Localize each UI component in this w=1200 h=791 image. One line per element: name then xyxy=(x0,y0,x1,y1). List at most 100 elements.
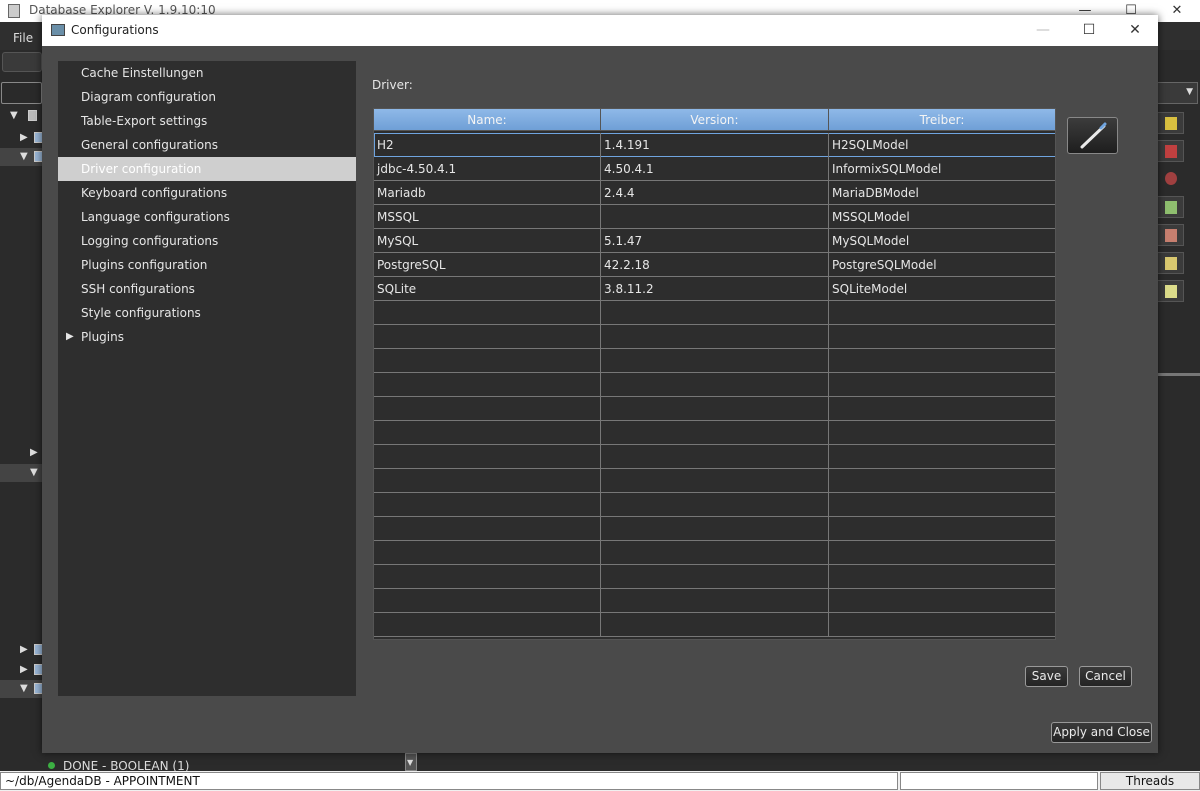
apply-and-close-button[interactable]: Apply and Close xyxy=(1051,722,1152,743)
main-close-button[interactable]: ✕ xyxy=(1154,0,1200,22)
tool-button-table[interactable] xyxy=(1158,196,1184,218)
nav-item-plugins-config[interactable]: Plugins configuration xyxy=(58,253,356,277)
cell-driver: MariaDBModel xyxy=(829,181,1055,205)
empty-table-row[interactable] xyxy=(374,541,1055,565)
stop-icon xyxy=(1165,172,1177,185)
empty-cell xyxy=(601,325,829,349)
tree-expand-icon[interactable]: ▶ xyxy=(20,132,28,143)
cell-version: 3.8.11.2 xyxy=(601,277,829,301)
empty-cell xyxy=(829,541,1055,565)
empty-table-row[interactable] xyxy=(374,517,1055,541)
empty-table-row[interactable] xyxy=(374,445,1055,469)
dialog-minimize-button[interactable]: — xyxy=(1020,15,1066,46)
tool-button-table-edit[interactable] xyxy=(1158,252,1184,274)
empty-table-row[interactable] xyxy=(374,589,1055,613)
expand-arrow-icon[interactable]: ▶ xyxy=(66,325,74,349)
dialog-close-button[interactable]: ✕ xyxy=(1112,15,1158,46)
empty-cell xyxy=(829,517,1055,541)
nav-item-language[interactable]: Language configurations xyxy=(58,205,356,229)
nav-item-ssh[interactable]: SSH configurations xyxy=(58,277,356,301)
nav-item-plugins[interactable]: ▶ Plugins xyxy=(58,325,356,349)
empty-table-row[interactable] xyxy=(374,325,1055,349)
tree-expand-icon[interactable]: ▶ xyxy=(20,644,28,655)
empty-cell xyxy=(829,469,1055,493)
tree-expand-icon[interactable]: ▶ xyxy=(30,447,38,458)
scrollbar[interactable]: ▼ xyxy=(405,753,417,771)
empty-table-row[interactable] xyxy=(374,613,1055,637)
status-bar: ~/db/AgendaDB - APPOINTMENT Threads xyxy=(0,771,1200,791)
save-button[interactable]: Save xyxy=(1025,666,1068,687)
right-combo-box[interactable]: ▼ xyxy=(1158,82,1198,104)
empty-cell xyxy=(601,493,829,517)
table-row[interactable]: SQLite 3.8.11.2 SQLiteModel xyxy=(374,277,1055,301)
empty-cell xyxy=(374,565,601,589)
column-header-driver[interactable]: Treiber: xyxy=(829,109,1055,131)
tree-collapse-icon[interactable]: ▼ xyxy=(20,683,28,694)
tree-collapse-icon[interactable]: ▼ xyxy=(20,151,28,162)
tool-button-table-delete[interactable] xyxy=(1158,224,1184,246)
splitter[interactable] xyxy=(1158,373,1200,376)
left-search-input[interactable] xyxy=(1,82,42,104)
empty-table-row[interactable] xyxy=(374,565,1055,589)
menu-file[interactable]: File xyxy=(13,31,33,45)
cell-version: 4.50.4.1 xyxy=(601,157,829,181)
tool-button-edit[interactable] xyxy=(1158,112,1184,134)
column-header-name[interactable]: Name: xyxy=(374,109,601,131)
empty-cell xyxy=(601,301,829,325)
nav-item-driver[interactable]: Driver configuration xyxy=(58,157,356,181)
app-icon xyxy=(8,4,20,18)
empty-cell xyxy=(374,421,601,445)
empty-table-row[interactable] xyxy=(374,301,1055,325)
dialog-maximize-button[interactable]: ☐ xyxy=(1066,15,1112,46)
nav-item-diagram[interactable]: Diagram configuration xyxy=(58,85,356,109)
table-edit-icon xyxy=(1165,257,1177,270)
tool-button-delete[interactable] xyxy=(1158,140,1184,162)
table-row[interactable]: H2 1.4.191 H2SQLModel xyxy=(374,133,1055,157)
table-row[interactable]: jdbc-4.50.4.1 4.50.4.1 InformixSQLModel xyxy=(374,157,1055,181)
table-delete-icon xyxy=(1165,229,1177,242)
empty-cell xyxy=(601,469,829,493)
status-path: ~/db/AgendaDB - APPOINTMENT xyxy=(0,772,898,790)
nav-item-logging[interactable]: Logging configurations xyxy=(58,229,356,253)
wand-icon xyxy=(1165,285,1177,298)
nav-item-general[interactable]: General configurations xyxy=(58,133,356,157)
empty-cell xyxy=(829,301,1055,325)
empty-table-row[interactable] xyxy=(374,397,1055,421)
empty-cell xyxy=(374,589,601,613)
table-row[interactable]: MySQL 5.1.47 MySQLModel xyxy=(374,229,1055,253)
driver-label: Driver: xyxy=(372,78,413,92)
empty-cell xyxy=(374,373,601,397)
nav-item-style[interactable]: Style configurations xyxy=(58,301,356,325)
status-dot-icon xyxy=(48,762,55,769)
cell-name: PostgreSQL xyxy=(374,253,601,277)
edit-driver-button[interactable] xyxy=(1067,117,1118,154)
table-header: Name: Version: Treiber: xyxy=(374,109,1055,131)
main-bottom-row: DONE - BOOLEAN (1) ▼ xyxy=(42,753,1158,773)
left-toolbar-button[interactable] xyxy=(2,52,42,72)
empty-table-row[interactable] xyxy=(374,469,1055,493)
table-row[interactable]: PostgreSQL 42.2.18 PostgreSQLModel xyxy=(374,253,1055,277)
tool-button-stop[interactable] xyxy=(1158,168,1184,190)
tree-collapse-icon[interactable]: ▼ xyxy=(30,467,38,478)
empty-table-row[interactable] xyxy=(374,421,1055,445)
nav-item-table-export[interactable]: Table-Export settings xyxy=(58,109,356,133)
table-row[interactable]: Mariadb 2.4.4 MariaDBModel xyxy=(374,181,1055,205)
nav-item-cache[interactable]: Cache Einstellungen xyxy=(58,61,356,85)
empty-table-row[interactable] xyxy=(374,373,1055,397)
tree-expand-icon[interactable]: ▶ xyxy=(20,664,28,675)
empty-cell xyxy=(829,373,1055,397)
empty-table-row[interactable] xyxy=(374,349,1055,373)
empty-cell xyxy=(374,493,601,517)
empty-cell xyxy=(601,541,829,565)
table-row[interactable]: MSSQL MSSQLModel xyxy=(374,205,1055,229)
empty-cell xyxy=(601,589,829,613)
threads-button[interactable]: Threads xyxy=(1100,772,1200,790)
cell-name: MySQL xyxy=(374,229,601,253)
cancel-button[interactable]: Cancel xyxy=(1079,666,1132,687)
column-header-version[interactable]: Version: xyxy=(601,109,829,131)
tree-collapse-icon[interactable]: ▼ xyxy=(10,110,18,121)
empty-table-row[interactable] xyxy=(374,493,1055,517)
empty-cell xyxy=(374,541,601,565)
nav-item-keyboard[interactable]: Keyboard configurations xyxy=(58,181,356,205)
tool-button-magic[interactable] xyxy=(1158,280,1184,302)
